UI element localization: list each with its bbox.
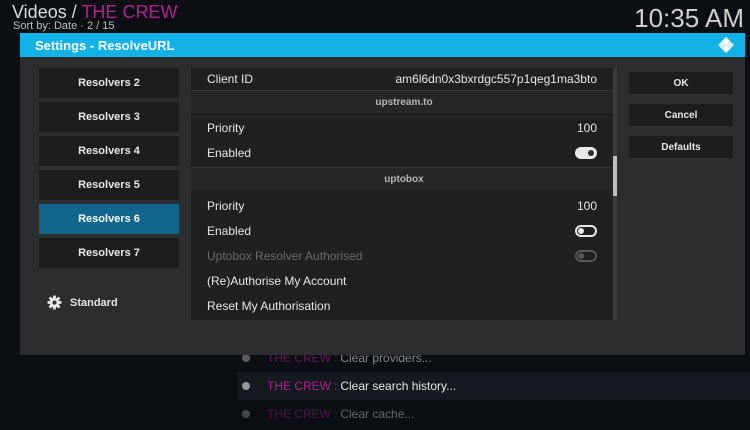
- category-list: Resolvers 2 Resolvers 3 Resolvers 4 Reso…: [39, 68, 179, 273]
- setting-uptobox-priority[interactable]: Priority 100: [191, 193, 617, 218]
- list-item-separator: :: [334, 407, 338, 421]
- setting-reset-authorisation[interactable]: Reset My Authorisation: [191, 293, 617, 318]
- settings-list: Client ID am6l6dn0x3bxrdgc557p1qeg1ma3bt…: [191, 68, 617, 320]
- list-item-separator: :: [334, 379, 338, 393]
- setting-label: Enabled: [207, 145, 252, 160]
- list-item[interactable]: THE CREW : Clear search history...: [238, 372, 750, 400]
- setting-uptobox-enabled[interactable]: Enabled: [191, 218, 617, 243]
- setting-value: 100: [576, 120, 597, 135]
- setting-value: am6l6dn0x3bxrdgc557p1qeg1ma3bto: [395, 71, 598, 86]
- setting-label: Priority: [207, 120, 245, 135]
- defaults-button[interactable]: Defaults: [629, 136, 733, 158]
- page-count: 2 / 15: [87, 20, 115, 32]
- dialog-header: Settings - ResolveURL: [20, 33, 745, 57]
- settings-scrollbar[interactable]: [613, 68, 617, 320]
- bullet-icon: [242, 410, 250, 418]
- settings-level-button[interactable]: Standard: [47, 295, 118, 310]
- setting-upstream-enabled[interactable]: Enabled: [191, 140, 617, 165]
- setting-label: Uptobox Resolver Authorised: [207, 248, 363, 263]
- section-header-upstream: upstream.to: [191, 90, 617, 113]
- settings-dialog: Settings - ResolveURL Resolvers 2 Resolv…: [20, 33, 745, 355]
- setting-client-id[interactable]: Client ID am6l6dn0x3bxrdgc557p1qeg1ma3bt…: [191, 68, 617, 91]
- toggle-disabled-icon: [575, 249, 597, 262]
- scrollbar-thumb[interactable]: [613, 156, 617, 196]
- bullet-icon: [242, 382, 250, 390]
- gear-icon: [47, 295, 62, 310]
- kodi-logo-icon: [718, 37, 734, 53]
- setting-label: Client ID: [207, 71, 254, 86]
- category-resolvers-2[interactable]: Resolvers 2: [39, 68, 179, 98]
- category-resolvers-7[interactable]: Resolvers 7: [39, 238, 179, 268]
- setting-label: Reset My Authorisation: [207, 298, 331, 313]
- breadcrumb-current: THE CREW: [81, 2, 178, 22]
- list-item-prefix: THE CREW: [267, 379, 331, 393]
- background-list: THE CREW : Clear providers... THE CREW :…: [238, 344, 750, 428]
- category-resolvers-6[interactable]: Resolvers 6: [39, 204, 179, 234]
- sort-info: Sort by: Date · 2 / 15: [13, 20, 115, 32]
- setting-upstream-priority[interactable]: Priority 100: [191, 115, 617, 140]
- cancel-button[interactable]: Cancel: [629, 104, 733, 126]
- clock: 10:35 AM: [634, 3, 744, 33]
- sort-label: Sort by: Date: [13, 20, 78, 32]
- setting-reauthorise[interactable]: (Re)Authorise My Account: [191, 268, 617, 293]
- list-item-prefix: THE CREW: [267, 407, 331, 421]
- breadcrumb-root: Videos: [12, 2, 67, 22]
- toggle-off-icon[interactable]: [575, 224, 597, 237]
- setting-uptobox-authorised: Uptobox Resolver Authorised: [191, 243, 617, 268]
- dialog-title: Settings - ResolveURL: [35, 37, 175, 53]
- list-item[interactable]: THE CREW : Clear cache...: [238, 400, 750, 428]
- category-resolvers-4[interactable]: Resolvers 4: [39, 136, 179, 166]
- toggle-on-icon[interactable]: [575, 146, 597, 159]
- sort-dot: ·: [80, 20, 84, 32]
- bullet-icon: [242, 354, 250, 362]
- category-resolvers-5[interactable]: Resolvers 5: [39, 170, 179, 200]
- list-item-label: Clear search history...: [340, 379, 457, 393]
- section-header-uptobox: uptobox: [191, 167, 617, 190]
- setting-label: Priority: [207, 198, 245, 213]
- breadcrumb-separator: /: [71, 2, 77, 22]
- category-resolvers-3[interactable]: Resolvers 3: [39, 102, 179, 132]
- list-item-label: Clear cache...: [340, 407, 415, 421]
- setting-label: (Re)Authorise My Account: [207, 273, 347, 288]
- background-header: Videos / THE CREW Sort by: Date · 2 / 15…: [0, 0, 750, 34]
- settings-level-label: Standard: [70, 296, 118, 309]
- setting-value: 100: [576, 198, 597, 213]
- setting-label: Enabled: [207, 223, 252, 238]
- ok-button[interactable]: OK: [629, 72, 733, 94]
